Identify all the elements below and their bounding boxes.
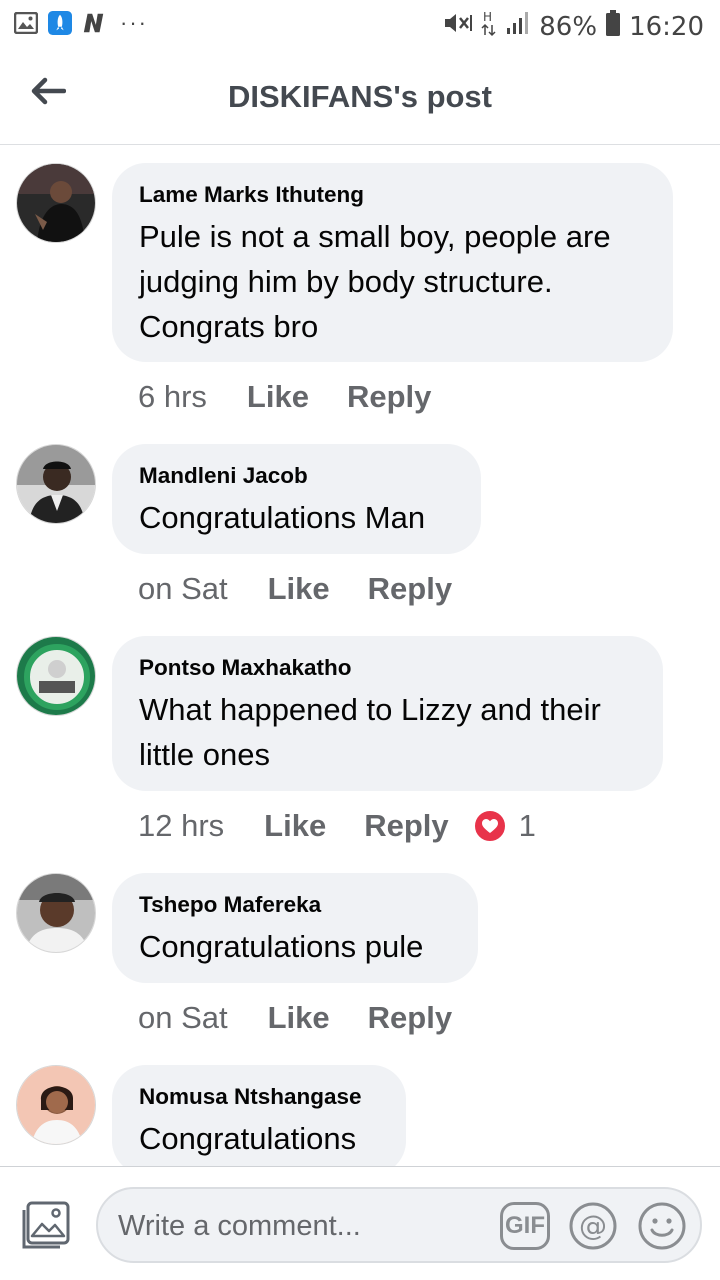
comment-bubble: Tshepo Mafereka Congratulations pule bbox=[112, 873, 478, 983]
avatar[interactable] bbox=[16, 163, 96, 243]
comment-author[interactable]: Mandleni Jacob bbox=[139, 462, 453, 489]
comment-author[interactable]: Pontso Maxhakatho bbox=[139, 654, 635, 681]
emoji-button[interactable] bbox=[637, 1201, 687, 1251]
like-button[interactable]: Like bbox=[268, 571, 330, 607]
reply-button[interactable]: Reply bbox=[364, 808, 448, 844]
avatar[interactable] bbox=[16, 444, 96, 524]
comment-bubble: Nomusa Ntshangase Congratulations bbox=[112, 1065, 406, 1166]
comment-actions: on Sat Like Reply bbox=[138, 571, 452, 607]
comment-text: What happened to Lizzy and their little … bbox=[139, 692, 601, 772]
reply-button[interactable]: Reply bbox=[368, 1000, 452, 1036]
page-title: DISKIFANS's post bbox=[227, 79, 492, 114]
comment-text: Pule is not a small boy, people are judg… bbox=[139, 219, 611, 344]
reply-button[interactable]: Reply bbox=[368, 571, 452, 607]
comment-author[interactable]: Tshepo Mafereka bbox=[139, 891, 450, 918]
rocket-app-icon bbox=[48, 11, 72, 35]
status-left-icons: ··· bbox=[14, 11, 148, 35]
signal-icon bbox=[505, 10, 531, 43]
more-notifications: ··· bbox=[120, 10, 148, 35]
comments-list: Lame Marks Ithuteng Pule is not a small … bbox=[0, 146, 720, 1166]
comment-input-placeholder: Write a comment... bbox=[118, 1210, 361, 1242]
at-icon: @ bbox=[568, 1202, 618, 1255]
comment-input[interactable]: Write a comment... GIF @ bbox=[96, 1187, 702, 1263]
mention-button[interactable]: @ bbox=[568, 1201, 618, 1251]
comment-time[interactable]: 6 hrs bbox=[138, 379, 207, 415]
avatar[interactable] bbox=[16, 873, 96, 953]
n-app-icon bbox=[82, 11, 106, 35]
like-button[interactable]: Like bbox=[268, 1000, 330, 1036]
comment-actions: on Sat Like Reply bbox=[138, 1000, 452, 1036]
gif-icon: GIF bbox=[505, 1212, 545, 1239]
reaction-count: 1 bbox=[518, 808, 536, 843]
comment-text: Congratulations Man bbox=[139, 500, 426, 535]
post-header: DISKIFANS's post bbox=[0, 50, 720, 145]
comment-composer: Write a comment... GIF @ bbox=[0, 1166, 720, 1280]
comment-bubble: Lame Marks Ithuteng Pule is not a small … bbox=[112, 163, 673, 362]
comment-bubble: Pontso Maxhakatho What happened to Lizzy… bbox=[112, 636, 663, 791]
emoji-icon bbox=[637, 1202, 687, 1255]
status-bar: ··· H 86% 16:20 bbox=[0, 0, 720, 50]
comment-bubble: Mandleni Jacob Congratulations Man bbox=[112, 444, 481, 554]
svg-text:H: H bbox=[483, 10, 492, 24]
heart-icon bbox=[472, 809, 507, 843]
comment-time[interactable]: 12 hrs bbox=[138, 808, 224, 844]
avatar[interactable] bbox=[16, 1065, 96, 1145]
comment-actions: 6 hrs Like Reply bbox=[138, 379, 431, 415]
avatar[interactable] bbox=[16, 636, 96, 716]
status-right-icons: H 86% 16:20 bbox=[443, 9, 704, 44]
photo-icon bbox=[20, 1201, 72, 1254]
network-h-icon: H bbox=[481, 9, 497, 44]
battery-icon bbox=[605, 9, 621, 44]
comment-author[interactable]: Nomusa Ntshangase bbox=[139, 1083, 378, 1110]
image-icon bbox=[14, 11, 38, 35]
reaction-summary[interactable]: 1 bbox=[472, 808, 536, 844]
gif-button[interactable]: GIF bbox=[500, 1202, 550, 1250]
comment-actions: 12 hrs Like Reply 1 bbox=[138, 808, 536, 844]
like-button[interactable]: Like bbox=[247, 379, 309, 415]
comment-time[interactable]: on Sat bbox=[138, 1000, 228, 1036]
comment-author[interactable]: Lame Marks Ithuteng bbox=[139, 181, 645, 208]
like-button[interactable]: Like bbox=[264, 808, 326, 844]
mute-icon bbox=[443, 10, 473, 43]
battery-percent: 86% bbox=[539, 11, 598, 42]
add-photo-button[interactable] bbox=[20, 1200, 72, 1250]
comment-time[interactable]: on Sat bbox=[138, 571, 228, 607]
comment-text: Congratulations bbox=[139, 1121, 357, 1156]
comment-text: Congratulations pule bbox=[139, 929, 424, 964]
svg-text:@: @ bbox=[579, 1209, 607, 1242]
reply-button[interactable]: Reply bbox=[347, 379, 431, 415]
clock: 16:20 bbox=[629, 11, 704, 42]
